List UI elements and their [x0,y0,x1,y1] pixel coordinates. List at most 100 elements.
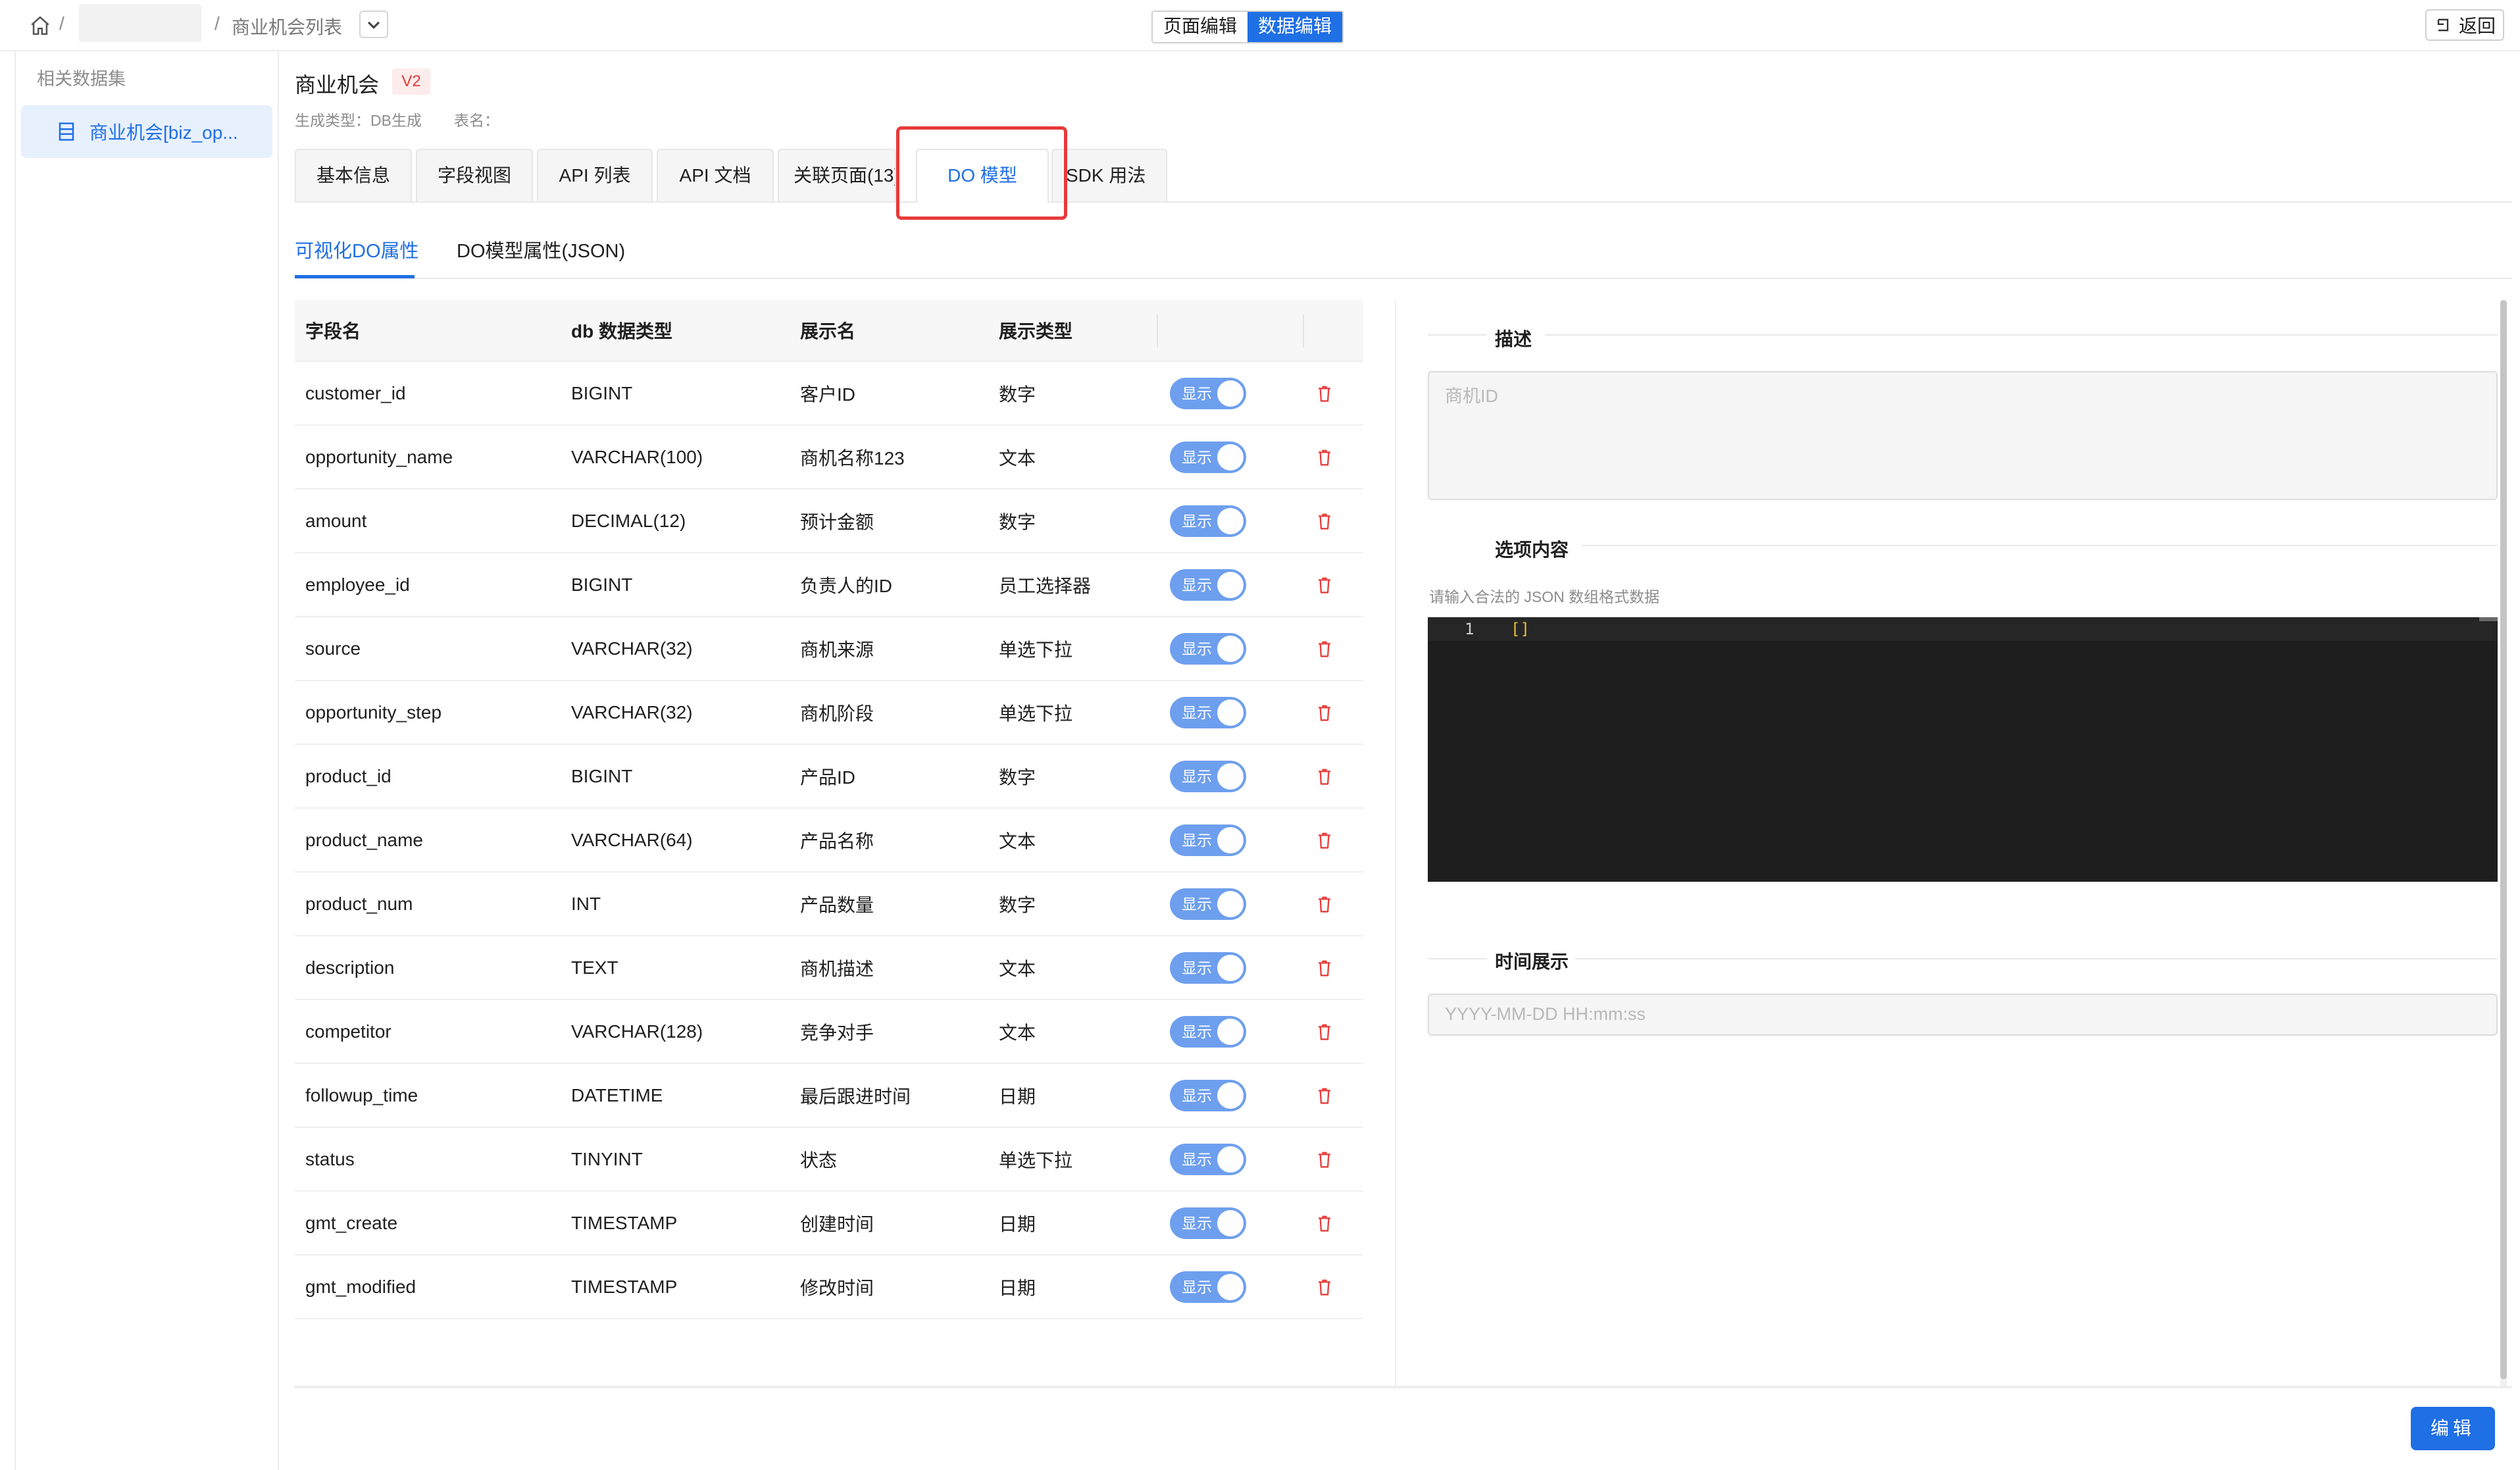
visibility-toggle[interactable]: 显示 [1170,760,1246,792]
table-row[interactable]: customer_id BIGINT 客户ID 数字 显示 [295,362,1363,426]
trash-icon[interactable] [1316,576,1333,594]
breadcrumb-separator: / [59,13,64,34]
field-name: competitor [305,1021,391,1042]
table-row[interactable]: employee_id BIGINT 负责人的ID 员工选择器 显示 [295,553,1363,617]
visibility-toggle-cell: 显示 [1170,553,1246,616]
visibility-toggle[interactable]: 显示 [1170,569,1246,601]
description-placeholder: 商机ID [1445,386,1498,406]
toggle-knob [1217,699,1244,726]
visibility-toggle[interactable]: 显示 [1170,1271,1246,1303]
display-name: 产品名称 [800,830,874,851]
display-type: 文本 [999,1022,1036,1043]
tab-sdk-usage[interactable]: SDK 用法 [1051,149,1167,201]
trash-icon[interactable] [1316,1023,1333,1041]
db-type: TINYINT [571,1148,643,1169]
trash-icon[interactable] [1316,512,1333,530]
tab-field-view[interactable]: 字段视图 [416,149,533,201]
visibility-toggle[interactable]: 显示 [1170,377,1246,409]
visibility-toggle[interactable]: 显示 [1170,888,1246,920]
trash-icon[interactable] [1316,895,1333,913]
display-type: 日期 [999,1277,1036,1298]
table-row[interactable]: source VARCHAR(32) 商机来源 单选下拉 显示 [295,617,1363,681]
tab-basic-info[interactable]: 基本信息 [295,149,412,201]
visibility-toggle[interactable]: 显示 [1170,1079,1246,1111]
visibility-toggle[interactable]: 显示 [1170,951,1246,984]
field-name: gmt_modified [305,1276,416,1297]
trash-icon[interactable] [1316,1278,1333,1296]
edit-button[interactable]: 编辑 [2411,1407,2495,1450]
display-type: 日期 [999,1086,1036,1107]
subtab-do-json[interactable]: DO模型属性(JSON) [457,236,625,263]
table-row[interactable]: competitor VARCHAR(128) 竞争对手 文本 显示 [295,1000,1363,1064]
display-name: 产品ID [800,767,856,788]
field-name: amount [305,510,367,531]
trash-icon[interactable] [1316,384,1333,403]
panel-scrollbar-thumb[interactable] [2500,300,2507,1379]
display-name: 最后跟进时间 [800,1086,911,1107]
subtabs-divider [295,278,2512,279]
tab-api-list[interactable]: API 列表 [537,149,653,201]
trash-icon[interactable] [1316,640,1333,658]
data-edit-button[interactable]: 数据编辑 [1247,12,1343,42]
tab-api-docs[interactable]: API 文档 [657,149,774,201]
delete-cell [1316,1128,1333,1190]
trash-icon[interactable] [1316,1150,1333,1169]
table-row[interactable]: followup_time DATETIME 最后跟进时间 日期 显示 [295,1064,1363,1128]
display-name: 创建时间 [800,1213,874,1234]
delete-cell [1316,1255,1333,1318]
field-name: followup_time [305,1084,418,1105]
toggle-knob [1217,763,1244,790]
visibility-toggle[interactable]: 显示 [1170,632,1246,665]
subtab-visual-do-attributes[interactable]: 可视化DO属性 [295,236,419,263]
table-row[interactable]: product_num INT 产品数量 数字 显示 [295,873,1363,936]
table-row[interactable]: product_name VARCHAR(64) 产品名称 文本 显示 [295,809,1363,873]
editor-scrollbar[interactable] [2479,617,2498,621]
db-type: VARCHAR(128) [571,1021,703,1042]
toggle-knob [1217,826,1244,853]
visibility-toggle[interactable]: 显示 [1170,505,1246,537]
visibility-toggle[interactable]: 显示 [1170,824,1246,856]
json-code-editor[interactable] [1428,617,2498,882]
visibility-toggle[interactable]: 显示 [1170,1015,1246,1048]
page-edit-button[interactable]: 页面编辑 [1153,12,1248,42]
home-icon[interactable] [29,14,51,37]
toggle-knob [1217,954,1244,981]
tab-related-pages[interactable]: 关联页面(13) [778,149,896,201]
back-button[interactable]: 返回 [2425,9,2504,41]
display-type: 单选下拉 [999,703,1073,724]
visibility-toggle[interactable]: 显示 [1170,441,1246,473]
table-row[interactable]: gmt_create TIMESTAMP 创建时间 日期 显示 [295,1192,1363,1255]
visibility-toggle[interactable]: 显示 [1170,1207,1246,1239]
display-type: 文本 [999,447,1036,469]
table-row[interactable]: description TEXT 商机描述 文本 显示 [295,936,1363,1000]
toggle-knob [1217,1273,1244,1300]
visibility-toggle[interactable]: 显示 [1170,1143,1246,1175]
table-row[interactable]: gmt_modified TIMESTAMP 修改时间 日期 显示 [295,1255,1363,1319]
table-row[interactable]: amount DECIMAL(12) 预计金额 数字 显示 [295,490,1363,553]
display-type: 数字 [999,767,1036,788]
display-type: 日期 [999,1213,1036,1234]
visibility-toggle-cell: 显示 [1170,1192,1246,1254]
trash-icon[interactable] [1316,767,1333,786]
trash-icon[interactable] [1316,1214,1333,1232]
table-row[interactable]: opportunity_step VARCHAR(32) 商机阶段 单选下拉 显示 [295,681,1363,745]
table-row[interactable]: opportunity_name VARCHAR(100) 商机名称123 文本 显示 [295,426,1363,490]
visibility-toggle[interactable]: 显示 [1170,696,1246,728]
toggle-knob [1217,890,1244,917]
delete-cell [1316,1000,1333,1063]
description-textarea[interactable] [1428,371,2498,500]
trash-icon[interactable] [1316,831,1333,849]
table-row[interactable]: product_id BIGINT 产品ID 数字 显示 [295,745,1363,809]
db-type: TEXT [571,957,618,978]
trash-icon[interactable] [1316,959,1333,977]
display-type: 文本 [999,958,1036,979]
trash-icon[interactable] [1316,448,1333,467]
page-title: 商业机会 [295,73,380,97]
sidebar-item-dataset[interactable]: 商业机会[biz_op... [21,105,272,158]
trash-icon[interactable] [1316,1086,1333,1105]
breadcrumb-current-page[interactable]: 商业机会列表 [232,13,342,39]
breadcrumb-dropdown-button[interactable] [359,11,388,38]
trash-icon[interactable] [1316,703,1333,722]
table-row[interactable]: status TINYINT 状态 单选下拉 显示 [295,1128,1363,1192]
breadcrumb-app-redacted[interactable] [79,4,201,42]
